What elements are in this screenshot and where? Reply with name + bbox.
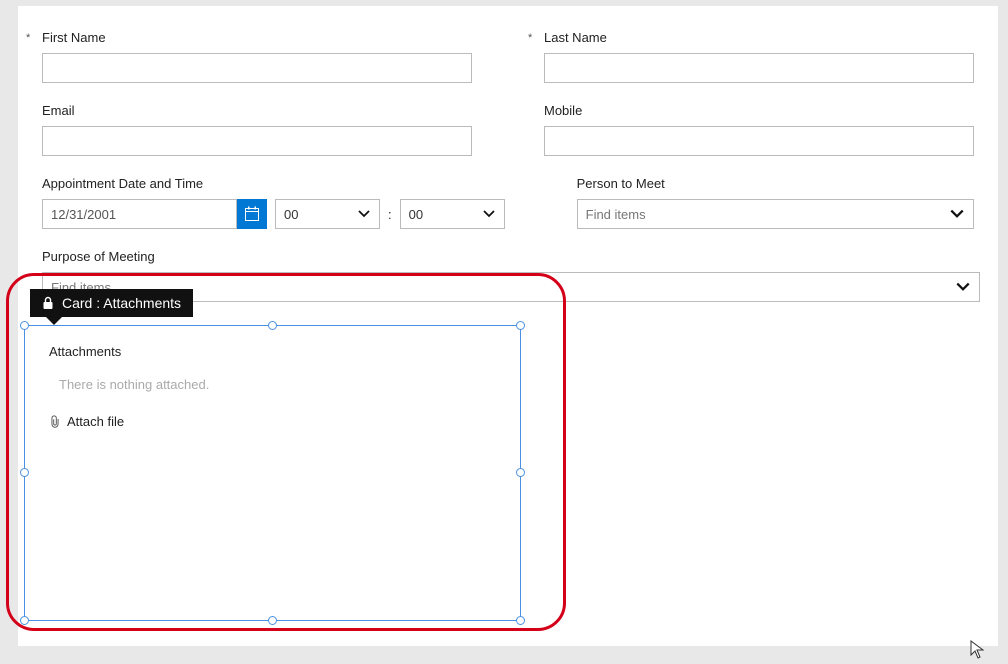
chevron-down-icon xyxy=(955,279,971,295)
resize-handle[interactable] xyxy=(268,616,277,625)
chevron-down-icon xyxy=(482,207,496,221)
mobile-label: Mobile xyxy=(544,103,974,118)
field-first-name: * First Name xyxy=(26,30,472,83)
person-placeholder: Find items xyxy=(586,207,646,222)
appointment-date-input[interactable] xyxy=(42,199,237,229)
chevron-down-icon xyxy=(357,207,371,221)
attachments-card[interactable]: Attachments There is nothing attached. A… xyxy=(24,325,521,621)
minute-select[interactable]: 00 xyxy=(400,199,505,229)
email-input[interactable] xyxy=(42,126,472,156)
minute-value: 00 xyxy=(409,207,423,222)
field-appointment-date: Appointment Date and Time 00 xyxy=(26,176,505,229)
person-to-meet-lookup[interactable]: Find items xyxy=(577,199,974,229)
mobile-input[interactable] xyxy=(544,126,974,156)
purpose-label: Purpose of Meeting xyxy=(42,249,974,264)
attach-file-label: Attach file xyxy=(67,414,124,429)
resize-handle[interactable] xyxy=(20,321,29,330)
appointment-date-label: Appointment Date and Time xyxy=(42,176,505,191)
tooltip-arrow xyxy=(46,317,62,325)
attach-file-button[interactable]: Attach file xyxy=(49,414,496,429)
designer-tooltip: Card : Attachments xyxy=(30,289,193,317)
field-last-name: * Last Name xyxy=(528,30,974,83)
calendar-icon xyxy=(244,206,260,222)
resize-handle[interactable] xyxy=(516,321,525,330)
first-name-label: First Name xyxy=(42,30,472,45)
first-name-input[interactable] xyxy=(42,53,472,83)
hour-select[interactable]: 00 xyxy=(275,199,380,229)
attachments-region: Card : Attachments Attachments There is … xyxy=(6,273,568,633)
resize-handle[interactable] xyxy=(20,616,29,625)
attachments-card-body: Attachments There is nothing attached. A… xyxy=(25,326,520,447)
date-input-group xyxy=(42,199,267,229)
cursor-icon xyxy=(970,640,984,663)
field-person-to-meet: Person to Meet Find items xyxy=(561,176,974,229)
resize-handle[interactable] xyxy=(516,468,525,477)
required-indicator: * xyxy=(26,32,30,44)
lock-icon xyxy=(42,296,54,310)
required-indicator: * xyxy=(528,32,532,44)
time-separator: : xyxy=(388,207,392,222)
email-label: Email xyxy=(42,103,472,118)
resize-handle[interactable] xyxy=(516,616,525,625)
chevron-down-icon xyxy=(949,206,965,222)
calendar-button[interactable] xyxy=(237,199,267,229)
field-email: Email xyxy=(26,103,472,156)
last-name-label: Last Name xyxy=(544,30,974,45)
attachments-empty-text: There is nothing attached. xyxy=(59,377,496,392)
field-mobile: Mobile xyxy=(528,103,974,156)
last-name-input[interactable] xyxy=(544,53,974,83)
attachments-heading: Attachments xyxy=(49,344,496,359)
paperclip-icon xyxy=(49,415,61,429)
resize-handle[interactable] xyxy=(268,321,277,330)
hour-value: 00 xyxy=(284,207,298,222)
tooltip-text: Card : Attachments xyxy=(62,295,181,311)
resize-handle[interactable] xyxy=(20,468,29,477)
person-to-meet-label: Person to Meet xyxy=(577,176,974,191)
